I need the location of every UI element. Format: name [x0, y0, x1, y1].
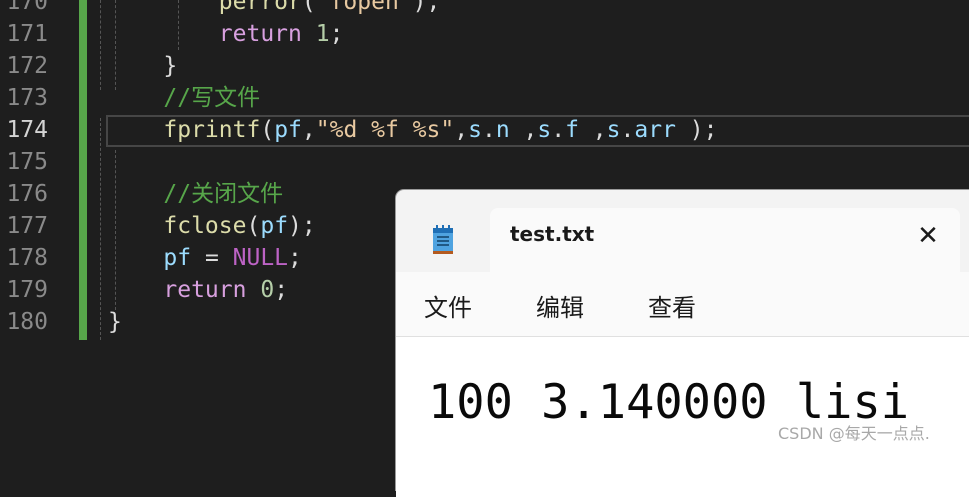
code-line[interactable]: 174 fprintf(pf,"%d %f %s",s.n ,s.f ,s.ar…	[0, 114, 969, 146]
code-token: fprintf	[163, 117, 261, 143]
app-icon-area	[396, 190, 488, 272]
code-token: n	[495, 117, 510, 143]
code-token: f	[565, 117, 579, 143]
menu-edit[interactable]: 编辑	[536, 288, 584, 323]
code-token: perror	[218, 0, 302, 15]
menu-view[interactable]: 查看	[648, 288, 696, 323]
code-token: .	[620, 117, 635, 143]
line-number: 171	[6, 21, 48, 47]
code-token: s	[468, 117, 482, 143]
code-line[interactable]: 170 perror("fopen");	[0, 0, 969, 18]
code-token: }	[108, 309, 122, 335]
code-text: return 1;	[108, 18, 344, 50]
code-token: return	[163, 277, 247, 303]
line-number: 180	[6, 309, 48, 335]
code-token: pf	[274, 117, 302, 143]
line-number: 175	[6, 149, 48, 175]
code-token: );	[412, 0, 441, 15]
code-token: s	[537, 117, 552, 143]
code-token: ,	[454, 117, 469, 143]
code-token: "fopen"	[315, 0, 413, 15]
line-number: 176	[6, 181, 48, 207]
code-token: .	[551, 117, 566, 143]
tab-title: test.txt	[510, 222, 595, 246]
line-number: 170	[6, 0, 48, 15]
code-text: //关闭文件	[108, 178, 283, 210]
code-token: (	[246, 213, 261, 239]
line-number: 172	[6, 53, 48, 79]
code-token: fclose	[163, 213, 247, 239]
code-token: );	[288, 213, 316, 239]
code-line[interactable]: 173 //写文件	[0, 82, 969, 114]
code-token: ;	[329, 21, 344, 47]
code-line[interactable]: 172 }	[0, 50, 969, 82]
code-token: ;	[274, 277, 289, 303]
code-text: }	[108, 50, 177, 82]
code-token: NULL	[232, 245, 289, 271]
notepad-window[interactable]: test.txt ✕ 文件 编辑 查看 100 3.140000 lisi	[396, 190, 969, 497]
code-token: 0	[260, 277, 275, 303]
code-token: (	[301, 0, 316, 15]
code-token: "%d %f %s"	[315, 117, 455, 143]
code-token: pf	[163, 245, 192, 271]
code-token: return	[218, 21, 302, 47]
code-token: );	[675, 117, 718, 143]
menu-file[interactable]: 文件	[424, 288, 472, 323]
code-token: arr	[634, 117, 676, 143]
code-token: //关闭文件	[163, 181, 284, 207]
code-token: .	[481, 117, 496, 143]
code-text: perror("fopen");	[108, 0, 441, 18]
line-number: 173	[6, 85, 48, 111]
code-token: ,	[301, 117, 316, 143]
code-token: }	[163, 53, 178, 79]
menu-bar: 文件 编辑 查看	[396, 272, 969, 336]
code-text: pf = NULL;	[108, 242, 302, 274]
code-text: fprintf(pf,"%d %f %s",s.n ,s.f ,s.arr );	[108, 114, 717, 146]
code-token: //写文件	[163, 85, 261, 111]
code-text: fclose(pf);	[108, 210, 316, 242]
code-token: =	[191, 245, 233, 271]
code-token: ,	[578, 117, 607, 143]
code-text: //写文件	[108, 82, 260, 114]
code-line[interactable]: 175	[0, 146, 969, 178]
code-token: pf	[260, 213, 289, 239]
code-token: ;	[288, 245, 302, 271]
code-token: (	[260, 117, 275, 143]
notepad-icon	[433, 225, 453, 254]
code-token: ,	[509, 117, 538, 143]
code-line[interactable]: 171 return 1;	[0, 18, 969, 50]
code-token: s	[606, 117, 621, 143]
code-token: 1	[315, 21, 330, 47]
tab-test-txt[interactable]: test.txt	[490, 208, 960, 272]
line-number: 177	[6, 213, 48, 239]
watermark: CSDN @每天一点点.	[778, 424, 930, 443]
text-area[interactable]: 100 3.140000 lisi	[396, 337, 969, 497]
close-icon[interactable]: ✕	[910, 218, 946, 254]
line-number: 174	[6, 117, 48, 143]
code-text: return 0;	[108, 274, 288, 306]
line-number: 178	[6, 245, 48, 271]
code-text: }	[108, 306, 122, 338]
line-number: 179	[6, 277, 48, 303]
